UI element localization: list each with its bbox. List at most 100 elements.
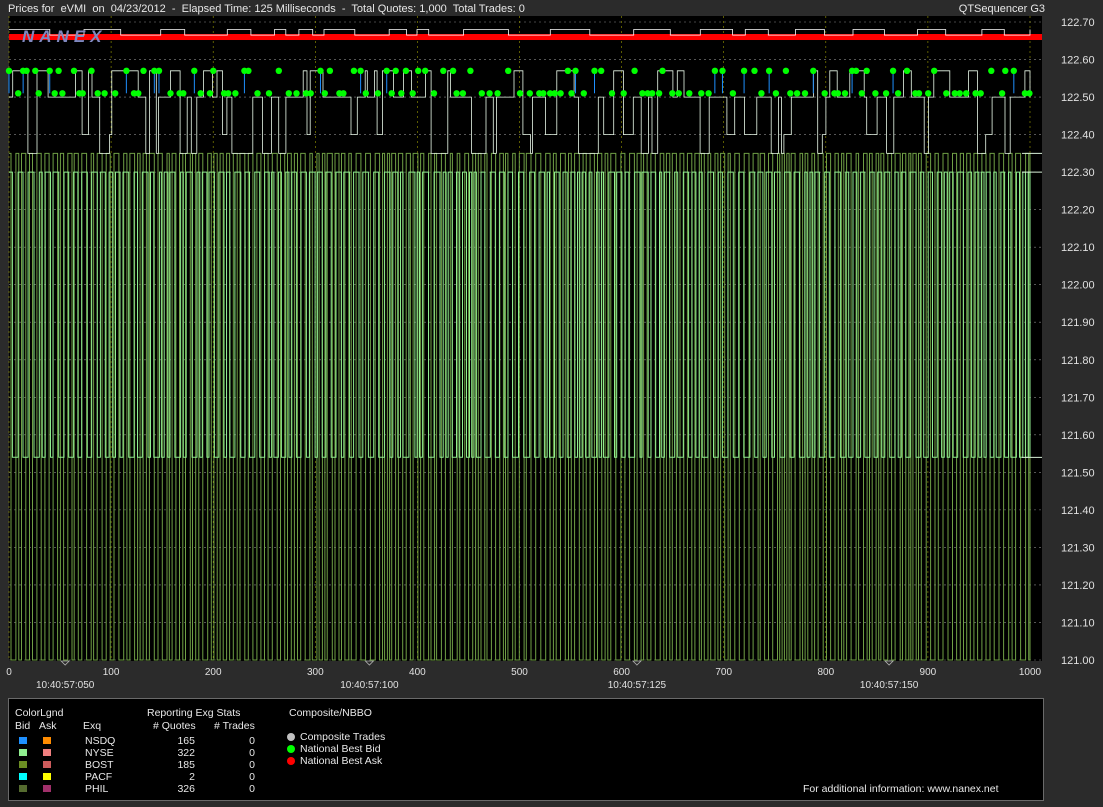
trade-count: 0 — [249, 783, 255, 795]
national-best-bid-point — [772, 90, 780, 97]
bid-swatch — [19, 749, 27, 756]
national-best-bid-point — [254, 90, 261, 97]
y-tick-label: 122.70 — [1061, 17, 1095, 29]
national-best-bid-point — [1010, 67, 1017, 75]
national-best-bid-point — [591, 67, 598, 75]
y-tick-label: 121.30 — [1061, 542, 1095, 554]
legend-ask-header: Ask — [39, 720, 57, 732]
exq-name: PHIL — [85, 783, 109, 795]
national-best-bid-point — [956, 90, 963, 97]
national-best-bid-point — [659, 67, 666, 75]
national-best-bid-point — [669, 90, 676, 97]
ask-swatch — [43, 785, 51, 792]
national-best-bid-point — [963, 90, 970, 97]
y-tick-label: 122.30 — [1061, 167, 1095, 179]
national-best-bid-point — [232, 90, 239, 97]
national-best-bid-point — [568, 90, 575, 97]
trade-count: 0 — [249, 759, 255, 771]
y-tick-label: 121.10 — [1061, 617, 1095, 629]
ask-swatch — [43, 761, 51, 768]
time-marker — [884, 660, 895, 666]
national-best-bid-point — [1026, 90, 1033, 97]
quote-count: 2 — [189, 771, 195, 783]
national-best-bid-point — [374, 90, 382, 97]
national-best-bid-point — [988, 67, 995, 75]
national-best-bid-point — [551, 90, 558, 97]
national-best-bid-point — [793, 90, 801, 97]
national-best-bid-point — [225, 90, 232, 97]
national-best-bid-point — [711, 67, 719, 75]
national-best-bid-point — [35, 90, 42, 97]
national-best-bid-point — [631, 67, 638, 75]
national-best-bid-point — [415, 67, 422, 75]
national-best-bid-point — [557, 90, 564, 97]
national-best-bid-point — [123, 67, 130, 75]
x-tick-label: 200 — [205, 667, 222, 678]
national-best-bid-point — [180, 90, 187, 97]
national-best-bid-point — [140, 67, 147, 75]
x-tick-label: 700 — [715, 667, 732, 678]
national-best-bid-point — [88, 67, 95, 75]
y-tick-label: 122.20 — [1061, 205, 1095, 217]
national-best-bid-point — [453, 90, 460, 97]
national-best-bid-point — [564, 67, 572, 75]
national-best-bid-point — [167, 90, 174, 97]
exq-name: NSDQ — [85, 735, 116, 747]
national-best-bid-point — [821, 90, 828, 97]
national-best-bid-point — [317, 67, 324, 75]
national-best-bid-point — [782, 67, 790, 75]
time-marker — [631, 660, 642, 666]
national-best-bid-point — [540, 90, 547, 97]
y-tick-label: 122.60 — [1061, 55, 1095, 67]
composite-dot — [287, 745, 295, 753]
composite-label: National Best Bid — [300, 743, 381, 755]
national-best-bid-point — [882, 90, 890, 97]
stats-title: Reporting Exg Stats — [147, 707, 241, 719]
trades-header: # Trades — [214, 720, 255, 732]
quote-count: 322 — [177, 747, 195, 759]
x-tick-label: 400 — [409, 667, 426, 678]
national-best-bid-point — [101, 90, 108, 97]
footer-link[interactable]: For additional information: www.nanex.ne… — [803, 783, 999, 795]
quote-count: 326 — [177, 783, 195, 795]
national-best-bid-point — [494, 90, 501, 97]
time-marker — [364, 660, 375, 666]
composite-dot — [287, 757, 295, 765]
national-best-bid-point — [46, 67, 53, 75]
national-best-bid-point — [810, 67, 817, 75]
bid-swatch — [19, 737, 27, 744]
ask-swatch — [43, 749, 51, 756]
national-best-bid-point — [740, 67, 748, 75]
national-best-bid-point — [903, 67, 911, 75]
national-best-bid-point — [998, 90, 1006, 97]
y-tick-label: 121.70 — [1061, 392, 1095, 404]
national-best-bid-point — [307, 90, 314, 97]
national-best-bid-point — [430, 90, 438, 97]
national-best-bid-point — [872, 90, 879, 97]
national-best-bid-point — [649, 90, 656, 97]
time-label: 10:40:57:125 — [608, 680, 667, 691]
national-best-bid-point — [135, 90, 142, 97]
national-best-bid-point — [55, 67, 62, 75]
y-tick-label: 122.40 — [1061, 130, 1095, 142]
legend-title: ColorLgnd — [15, 707, 64, 719]
national-best-bid-point — [852, 67, 860, 75]
national-best-bid-point — [388, 90, 395, 97]
national-best-bid-point — [350, 67, 358, 75]
national-best-bid-point — [245, 67, 252, 75]
y-tick-label: 121.80 — [1061, 355, 1095, 367]
national-best-bid-point — [526, 90, 533, 97]
national-best-bid-point — [449, 67, 457, 75]
national-best-bid-point — [698, 90, 705, 97]
national-best-bid-point — [210, 67, 217, 75]
national-best-bid-point — [834, 90, 842, 97]
national-best-bid-point — [32, 67, 39, 75]
time-label: 10:40:57:100 — [340, 680, 399, 691]
national-best-bid-point — [572, 67, 579, 75]
composite-dot — [287, 733, 295, 741]
national-best-bid-point — [340, 90, 347, 97]
y-tick-label: 121.20 — [1061, 580, 1095, 592]
x-tick-label: 300 — [307, 667, 324, 678]
national-best-bid-point — [863, 67, 870, 75]
national-best-bid-point — [943, 90, 950, 97]
